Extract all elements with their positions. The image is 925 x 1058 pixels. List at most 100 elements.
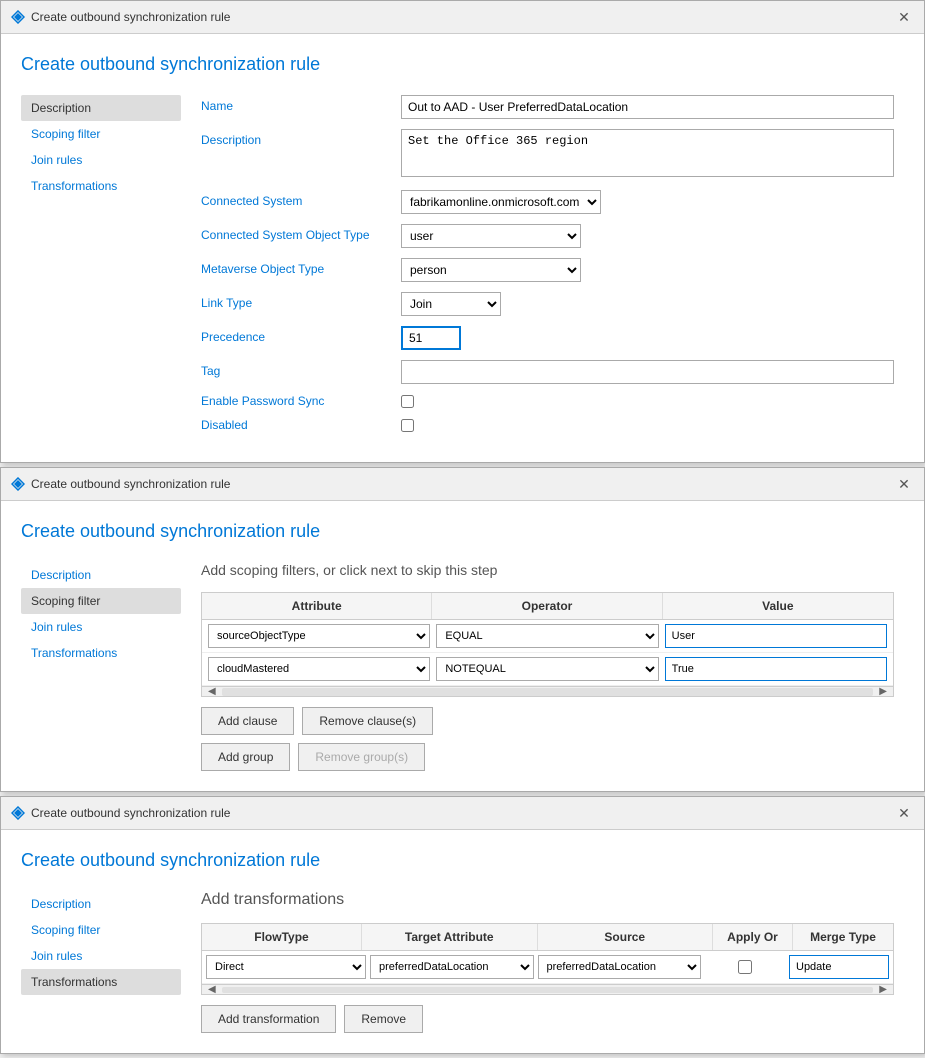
apply-or-header: Apply Or xyxy=(713,924,793,950)
sidebar-item-description-1[interactable]: Description xyxy=(21,95,181,121)
filter-attribute-2[interactable]: cloudMastered xyxy=(208,657,430,681)
transformations-form-area: Add transformations FlowType Target Attr… xyxy=(201,891,894,1033)
connected-object-type-select[interactable]: user xyxy=(401,224,581,248)
main-layout-2: Description Scoping filter Join rules Tr… xyxy=(21,562,894,771)
enable-password-sync-label: Enable Password Sync xyxy=(201,394,401,408)
sidebar-2: Description Scoping filter Join rules Tr… xyxy=(21,562,181,771)
target-attr-header: Target Attribute xyxy=(362,924,538,950)
filter-value-2[interactable] xyxy=(665,657,887,681)
scoping-form-area: Add scoping filters, or click next to sk… xyxy=(201,562,894,771)
description-row: Description Set the Office 365 region xyxy=(201,129,894,180)
connected-object-type-label: Connected System Object Type xyxy=(201,224,401,242)
precedence-label: Precedence xyxy=(201,326,401,344)
tag-input[interactable] xyxy=(401,360,894,384)
title-bar-text-1: Create outbound synchronization rule xyxy=(31,10,888,24)
window-3: Create outbound synchronization rule ✕ C… xyxy=(0,796,925,1054)
form-area-1: Name Description Set the Office 365 regi… xyxy=(201,95,894,442)
metaverse-object-type-control: person xyxy=(401,258,894,282)
tag-control xyxy=(401,360,894,384)
close-button-1[interactable]: ✕ xyxy=(894,7,914,27)
connected-system-select[interactable]: fabrikamonline.onmicrosoft.com xyxy=(401,190,601,214)
sidebar-item-transformations-1[interactable]: Transformations xyxy=(21,173,181,199)
sidebar-item-scoping-2[interactable]: Scoping filter xyxy=(21,588,181,614)
transform-scrollbar: ◀ ▶ xyxy=(202,984,893,994)
flowtype-header: FlowType xyxy=(202,924,362,950)
link-type-label: Link Type xyxy=(201,292,401,310)
window-2: Create outbound synchronization rule ✕ C… xyxy=(0,467,925,792)
filter-row-2: cloudMastered NOTEQUAL xyxy=(202,653,893,686)
page-title-3: Create outbound synchronization rule xyxy=(21,850,894,871)
disabled-label: Disabled xyxy=(201,418,401,432)
remove-transformation-button[interactable]: Remove xyxy=(344,1005,423,1033)
target-attr-select-1[interactable]: preferredDataLocation xyxy=(370,955,534,979)
precedence-row: Precedence xyxy=(201,326,894,350)
filter-operator-2[interactable]: NOTEQUAL xyxy=(436,657,658,681)
link-type-control: Join xyxy=(401,292,894,316)
sidebar-item-joinrules-1[interactable]: Join rules xyxy=(21,147,181,173)
transform-scroll-right-icon[interactable]: ▶ xyxy=(877,984,889,995)
connected-object-type-control: user xyxy=(401,224,894,248)
precedence-input[interactable] xyxy=(401,326,461,350)
enable-password-sync-checkbox[interactable] xyxy=(401,395,414,408)
window-1: Create outbound synchronization rule ✕ C… xyxy=(0,0,925,463)
filter-table-wrapper: Attribute Operator Value sourceObjectTyp… xyxy=(201,592,894,697)
add-group-button[interactable]: Add group xyxy=(201,743,290,771)
connected-system-label: Connected System xyxy=(201,190,401,208)
merge-type-input-1[interactable] xyxy=(789,955,889,979)
precedence-control xyxy=(401,326,894,350)
sidebar-item-scoping-3[interactable]: Scoping filter xyxy=(21,917,181,943)
remove-clause-button[interactable]: Remove clause(s) xyxy=(302,707,433,735)
transform-scroll-left-icon[interactable]: ◀ xyxy=(206,984,218,995)
window-1-content: Create outbound synchronization rule Des… xyxy=(1,34,924,462)
sidebar-item-joinrules-2[interactable]: Join rules xyxy=(21,614,181,640)
link-type-select[interactable]: Join xyxy=(401,292,501,316)
filter-operator-1[interactable]: EQUAL xyxy=(436,624,658,648)
name-row: Name xyxy=(201,95,894,119)
sidebar-item-joinrules-3[interactable]: Join rules xyxy=(21,943,181,969)
connected-system-control: fabrikamonline.onmicrosoft.com xyxy=(401,190,894,214)
transformations-title: Add transformations xyxy=(201,891,894,909)
sidebar-item-description-2[interactable]: Description xyxy=(21,562,181,588)
remove-group-button[interactable]: Remove group(s) xyxy=(298,743,425,771)
title-bar-text-2: Create outbound synchronization rule xyxy=(31,477,888,491)
filter-attribute-1[interactable]: sourceObjectType xyxy=(208,624,430,648)
transform-header: FlowType Target Attribute Source Apply O… xyxy=(202,924,893,951)
filter-row-1: sourceObjectType EQUAL xyxy=(202,620,893,653)
flowtype-select-1[interactable]: Direct xyxy=(206,955,366,979)
main-layout-1: Description Scoping filter Join rules Tr… xyxy=(21,95,894,442)
enable-password-sync-row: Enable Password Sync xyxy=(201,394,894,408)
close-button-2[interactable]: ✕ xyxy=(894,474,914,494)
group-btn-row: Add group Remove group(s) xyxy=(201,743,894,771)
description-textarea[interactable]: Set the Office 365 region xyxy=(401,129,894,177)
apply-or-checkbox-1[interactable] xyxy=(738,960,752,974)
disabled-checkbox[interactable] xyxy=(401,419,414,432)
description-control: Set the Office 365 region xyxy=(401,129,894,180)
metaverse-object-type-select[interactable]: person xyxy=(401,258,581,282)
add-transformation-button[interactable]: Add transformation xyxy=(201,1005,336,1033)
filter-table-header: Attribute Operator Value xyxy=(202,593,893,620)
name-control xyxy=(401,95,894,119)
close-button-3[interactable]: ✕ xyxy=(894,803,914,823)
filter-scrollbar: ◀ ▶ xyxy=(202,686,893,696)
app-icon-3 xyxy=(11,806,25,820)
sidebar-item-scoping-1[interactable]: Scoping filter xyxy=(21,121,181,147)
name-input[interactable] xyxy=(401,95,894,119)
sidebar-item-description-3[interactable]: Description xyxy=(21,891,181,917)
sidebar-item-transformations-3[interactable]: Transformations xyxy=(21,969,181,995)
scoping-instructions: Add scoping filters, or click next to sk… xyxy=(201,562,894,578)
sidebar-3: Description Scoping filter Join rules Tr… xyxy=(21,891,181,1033)
scroll-right-icon[interactable]: ▶ xyxy=(877,686,889,697)
source-select-1[interactable]: preferredDataLocation xyxy=(538,955,702,979)
description-label: Description xyxy=(201,129,401,147)
sidebar-item-transformations-2[interactable]: Transformations xyxy=(21,640,181,666)
connected-object-type-row: Connected System Object Type user xyxy=(201,224,894,248)
connected-system-row: Connected System fabrikamonline.onmicros… xyxy=(201,190,894,214)
scroll-left-icon[interactable]: ◀ xyxy=(206,686,218,697)
filter-value-1[interactable] xyxy=(665,624,887,648)
window-3-content: Create outbound synchronization rule Des… xyxy=(1,830,924,1053)
metaverse-object-type-label: Metaverse Object Type xyxy=(201,258,401,276)
add-clause-button[interactable]: Add clause xyxy=(201,707,294,735)
transform-row-1: Direct preferredDataLocation preferredDa… xyxy=(202,951,893,984)
tag-label: Tag xyxy=(201,360,401,378)
title-bar-1: Create outbound synchronization rule ✕ xyxy=(1,1,924,34)
